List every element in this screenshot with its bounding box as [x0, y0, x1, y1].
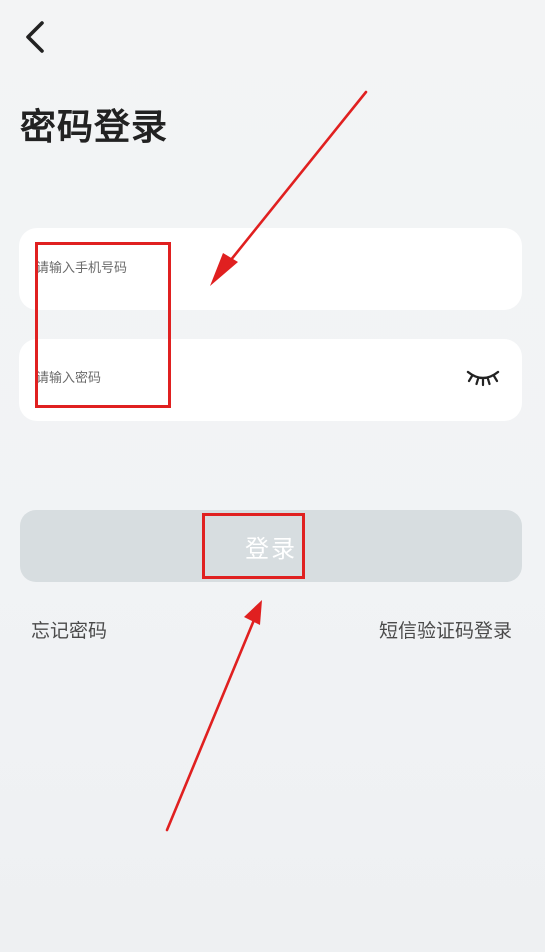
password-input[interactable]	[36, 337, 436, 419]
forgot-password-link[interactable]: 忘记密码	[31, 616, 107, 643]
arrow-to-login	[165, 600, 262, 832]
eye-closed-icon	[466, 370, 500, 387]
sms-login-link[interactable]: 短信验证码登录	[379, 616, 512, 643]
phone-input[interactable]	[36, 227, 436, 309]
password-field-container	[19, 337, 522, 421]
page-title: 密码登录	[20, 107, 169, 148]
back-button[interactable]	[18, 16, 54, 58]
password-visibility-toggle[interactable]	[466, 367, 500, 387]
phone-field-container	[19, 227, 522, 310]
chevron-left-icon	[26, 21, 44, 53]
login-page: 密码登录 登录 忘记密码 短信验证码登录	[0, 0, 545, 952]
login-button[interactable]: 登录	[20, 510, 522, 582]
